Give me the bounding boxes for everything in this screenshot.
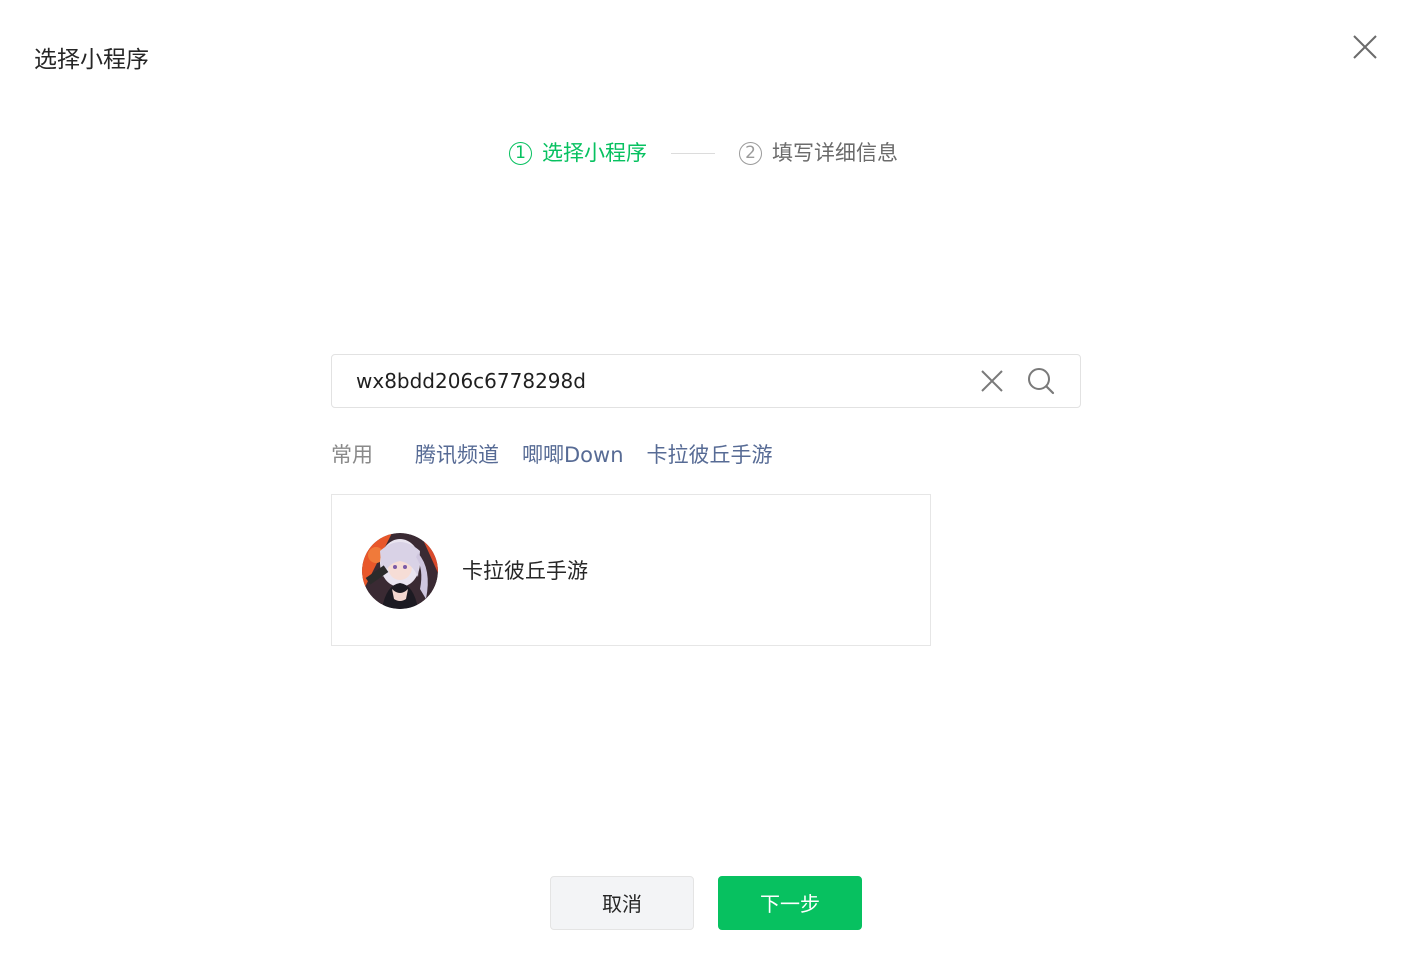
next-step-button[interactable]: 下一步	[718, 876, 862, 930]
search-icon[interactable]	[1026, 366, 1056, 396]
frequent-label: 常用	[331, 443, 373, 467]
clear-search-button[interactable]	[978, 367, 1006, 395]
frequent-item-jiji-down[interactable]: 唧唧Down	[522, 439, 624, 469]
close-button[interactable]	[1348, 30, 1382, 64]
step-2-label: 填写详细信息	[772, 141, 898, 165]
step-1: 1 选择小程序	[509, 138, 647, 168]
search-button[interactable]	[1026, 366, 1056, 396]
result-name: 卡拉彼丘手游	[462, 559, 588, 583]
step-1-label: 选择小程序	[542, 141, 647, 165]
step-indicator: 1 选择小程序 2 填写详细信息	[509, 138, 898, 168]
search-box	[331, 354, 1081, 408]
search-input[interactable]	[356, 355, 966, 407]
result-card[interactable]: 卡拉彼丘手游	[331, 494, 931, 646]
cancel-button[interactable]: 取消	[550, 876, 694, 930]
close-icon[interactable]	[1348, 30, 1382, 64]
character-avatar-icon	[362, 533, 438, 609]
frequent-item-tencent-channel[interactable]: 腾讯频道	[415, 439, 499, 469]
dialog-title: 选择小程序	[34, 47, 149, 73]
step-2: 2 填写详细信息	[739, 138, 898, 168]
step-2-number: 2	[739, 141, 762, 165]
clear-icon[interactable]	[978, 367, 1006, 395]
frequent-list: 常用 腾讯频道 唧唧Down 卡拉彼丘手游	[331, 438, 796, 470]
step-connector	[671, 152, 715, 154]
step-1-number: 1	[509, 141, 532, 165]
frequent-item-kalabiqiu[interactable]: 卡拉彼丘手游	[647, 439, 773, 469]
avatar	[362, 533, 438, 609]
